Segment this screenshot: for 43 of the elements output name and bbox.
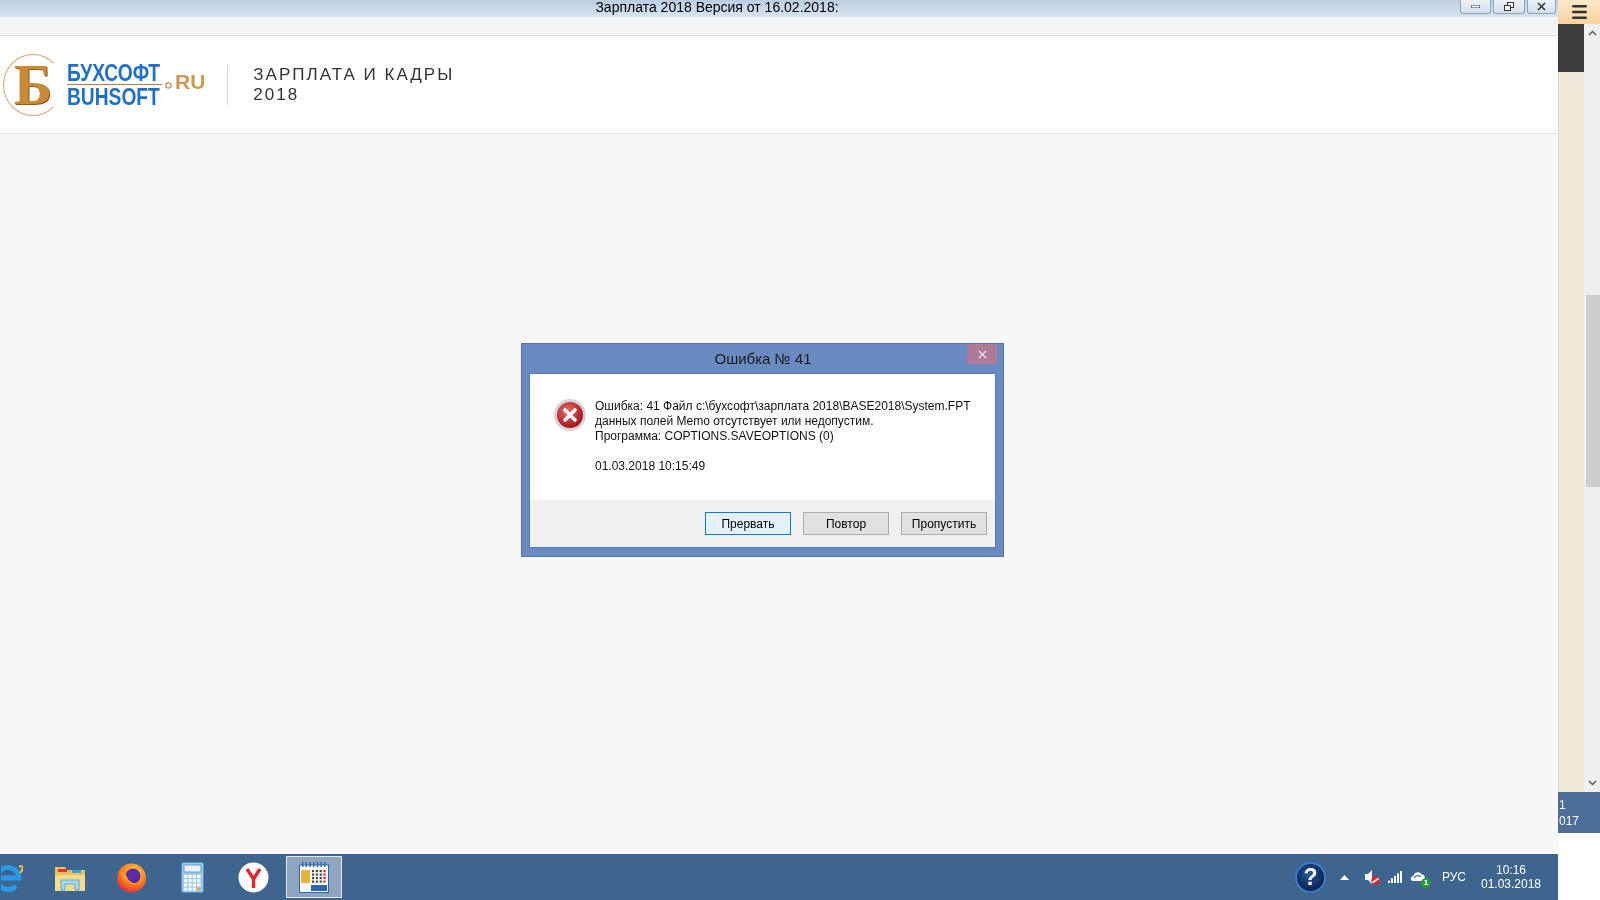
chevron-down-icon[interactable] bbox=[1587, 780, 1597, 786]
dialog-button[interactable]: Повтор bbox=[803, 512, 889, 535]
chevron-up-icon[interactable] bbox=[1587, 30, 1597, 36]
side-window-text: 1 bbox=[1559, 797, 1567, 813]
side-window-text: 017 bbox=[1559, 813, 1581, 829]
clock-time[interactable]: 10:16 bbox=[1496, 863, 1526, 877]
language-indicator[interactable]: РУС bbox=[1441, 870, 1466, 884]
logo-domain: RU bbox=[175, 71, 206, 92]
product-title: ЗАРПЛАТА И КАДРЫ bbox=[253, 64, 455, 85]
window-title: Зарплата 2018 Версия от 16.02.2018: bbox=[594, 0, 840, 15]
dialog-title: Ошибка № 41 bbox=[714, 350, 812, 367]
dialog-button[interactable]: Прервать bbox=[705, 512, 791, 535]
error-message: Ошибка: 41 Файл c:\бухсофт\зарплата 2018\BASE2018\System.FPT данных полей Memo отсутствует или недопустим. Программа: COPTIONS.SAVEOPTIONS (0) bbox=[595, 399, 971, 444]
taskbar-app-button[interactable] bbox=[286, 856, 342, 898]
logo-name: BUHSOFT bbox=[67, 84, 161, 107]
ring-icon bbox=[165, 82, 172, 89]
restore-button[interactable] bbox=[1493, 0, 1525, 14]
minimize-icon bbox=[1471, 5, 1480, 8]
signal-bars-icon[interactable] bbox=[1387, 871, 1403, 883]
help-button[interactable]: ? bbox=[1294, 861, 1326, 893]
fox-globe-icon bbox=[115, 861, 147, 893]
caret-up-icon bbox=[1339, 874, 1349, 880]
menu-icon bbox=[1571, 5, 1587, 19]
menu-button[interactable] bbox=[1558, 0, 1600, 24]
y-logo-icon bbox=[237, 861, 269, 893]
restore-icon bbox=[1504, 2, 1514, 11]
close-icon bbox=[977, 349, 987, 359]
dialog-close-button[interactable] bbox=[967, 344, 997, 364]
notification-badge: 1 bbox=[1420, 878, 1431, 888]
calendar-icon bbox=[299, 861, 329, 893]
logo-name: БУХСОФТ bbox=[67, 62, 163, 85]
side-panel-toolbar bbox=[1558, 24, 1584, 72]
cloud-icon[interactable] bbox=[1409, 869, 1426, 883]
close-button[interactable] bbox=[1527, 0, 1556, 14]
error-icon bbox=[554, 399, 586, 431]
dialog-button[interactable]: Пропустить bbox=[901, 512, 987, 535]
product-year: 2018 bbox=[253, 84, 301, 105]
clock-date[interactable]: 01.03.2018 bbox=[1480, 877, 1542, 891]
calculator-icon bbox=[180, 861, 204, 893]
speaker-muted-icon[interactable] bbox=[1363, 869, 1380, 885]
error-timestamp: 01.03.2018 10:15:49 bbox=[595, 459, 707, 474]
close-icon bbox=[1537, 2, 1546, 11]
scrollbar-thumb[interactable] bbox=[1586, 295, 1600, 487]
